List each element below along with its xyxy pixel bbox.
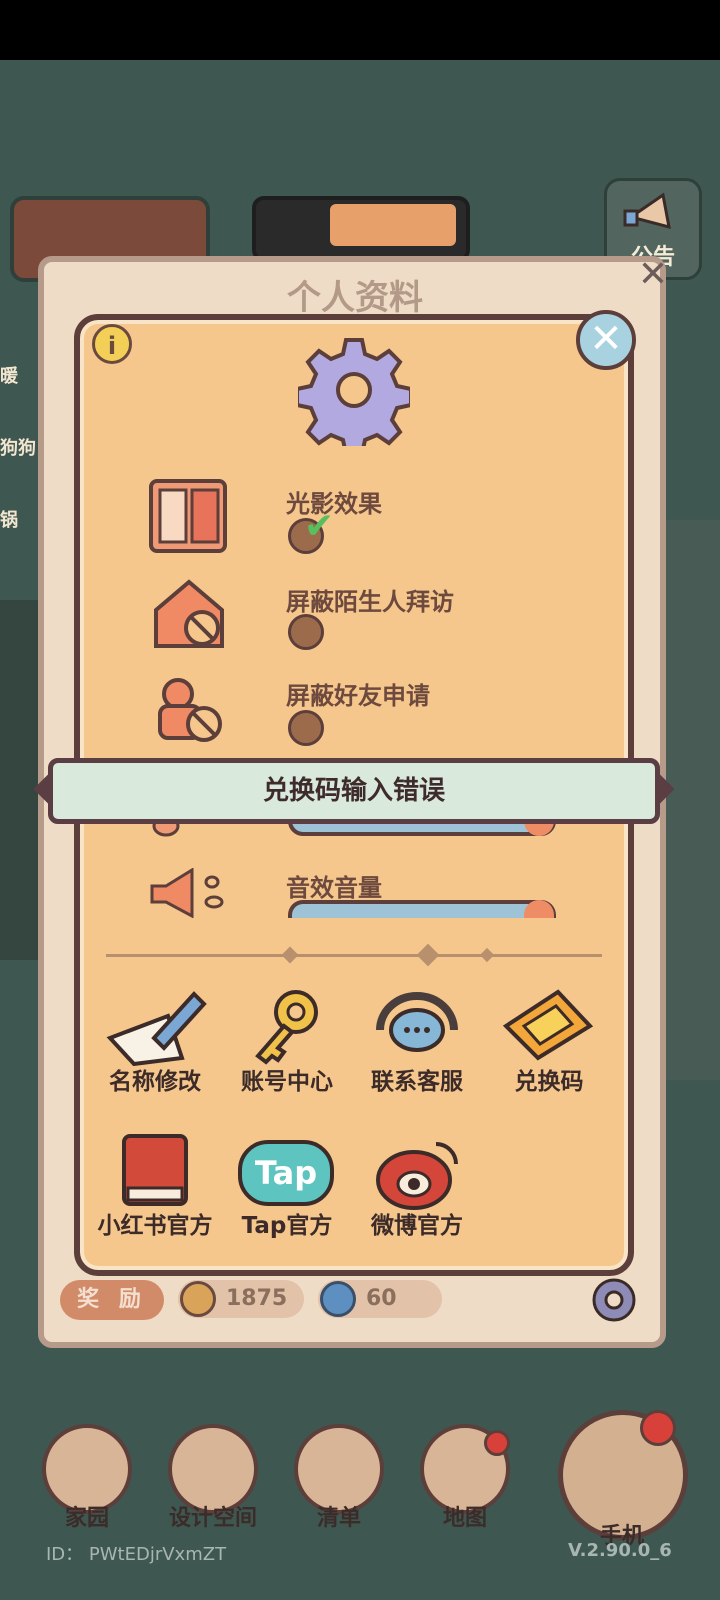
close-icon[interactable]: ✕: [576, 310, 636, 370]
profile-close-icon[interactable]: ✕: [632, 254, 674, 296]
settings-gear-icon[interactable]: [588, 1274, 640, 1326]
nav-list-label: 清单: [316, 1506, 361, 1531]
nav-map-label: 地图: [442, 1506, 487, 1531]
xiaohongshu-official-button[interactable]: 小红书官方: [90, 1206, 220, 1240]
speaker-icon: [150, 868, 224, 918]
pencil-edit-icon[interactable]: [104, 986, 208, 1066]
window-shading-icon: [149, 479, 227, 553]
tap-official-button[interactable]: Tap官方: [222, 1206, 352, 1240]
settings-gear-large-icon: [298, 338, 410, 446]
house-block-icon: [154, 579, 224, 648]
option-label-block-friend-requests: 屏蔽好友申请: [286, 682, 430, 710]
megaphone-icon: [623, 192, 671, 230]
player-id: ID： PWtEDjrVxmZT: [46, 1544, 227, 1565]
coin-icon: [180, 1281, 216, 1317]
sound-volume-slider[interactable]: [288, 900, 556, 918]
xiaohongshu-book-icon[interactable]: [116, 1130, 196, 1210]
headset-support-icon[interactable]: [370, 990, 464, 1062]
redeem-code-button[interactable]: 兑换码: [484, 1062, 614, 1096]
checkmark-icon: ✔: [304, 506, 335, 547]
coin-amount: 1875: [226, 1286, 288, 1311]
nav-design-label: 设计空间: [168, 1506, 257, 1531]
nav-home-label: 家园: [64, 1506, 109, 1531]
toast-message: 兑换码输入错误: [48, 758, 660, 824]
section-divider: [106, 954, 602, 957]
info-icon[interactable]: i: [92, 324, 132, 364]
game-version: V.2.90.0_6: [568, 1540, 672, 1561]
status-bar: [0, 0, 720, 60]
day-night-bar: [252, 196, 470, 262]
swirl-gem-icon: [320, 1281, 356, 1317]
toggle-block-friend-requests[interactable]: [288, 710, 324, 746]
contact-support-button[interactable]: 联系客服: [352, 1062, 482, 1096]
friends-block-icon: [158, 678, 222, 742]
reward-label: 奖 励: [60, 1280, 164, 1320]
ticket-redeem-icon[interactable]: [500, 986, 596, 1062]
map-notification-badge: [484, 1430, 510, 1456]
gem-amount: 60: [366, 1286, 397, 1311]
weibo-icon[interactable]: [374, 1130, 466, 1210]
coin-counter: 1875: [178, 1280, 304, 1318]
weibo-official-button[interactable]: 微博官方: [352, 1206, 482, 1240]
tap-logo-icon[interactable]: Tap: [238, 1140, 334, 1206]
toggle-block-strangers[interactable]: [288, 614, 324, 650]
option-label-block-strangers: 屏蔽陌生人拜访: [286, 588, 454, 616]
account-center-button[interactable]: 账号中心: [222, 1062, 352, 1096]
key-icon[interactable]: [248, 986, 328, 1066]
profile-panel-title: 个人资料: [287, 278, 423, 318]
phone-notification-badge: [640, 1410, 676, 1446]
sound-volume-label: 音效音量: [286, 874, 382, 902]
gem-counter: 60: [318, 1280, 442, 1318]
rename-button[interactable]: 名称修改: [90, 1062, 220, 1096]
